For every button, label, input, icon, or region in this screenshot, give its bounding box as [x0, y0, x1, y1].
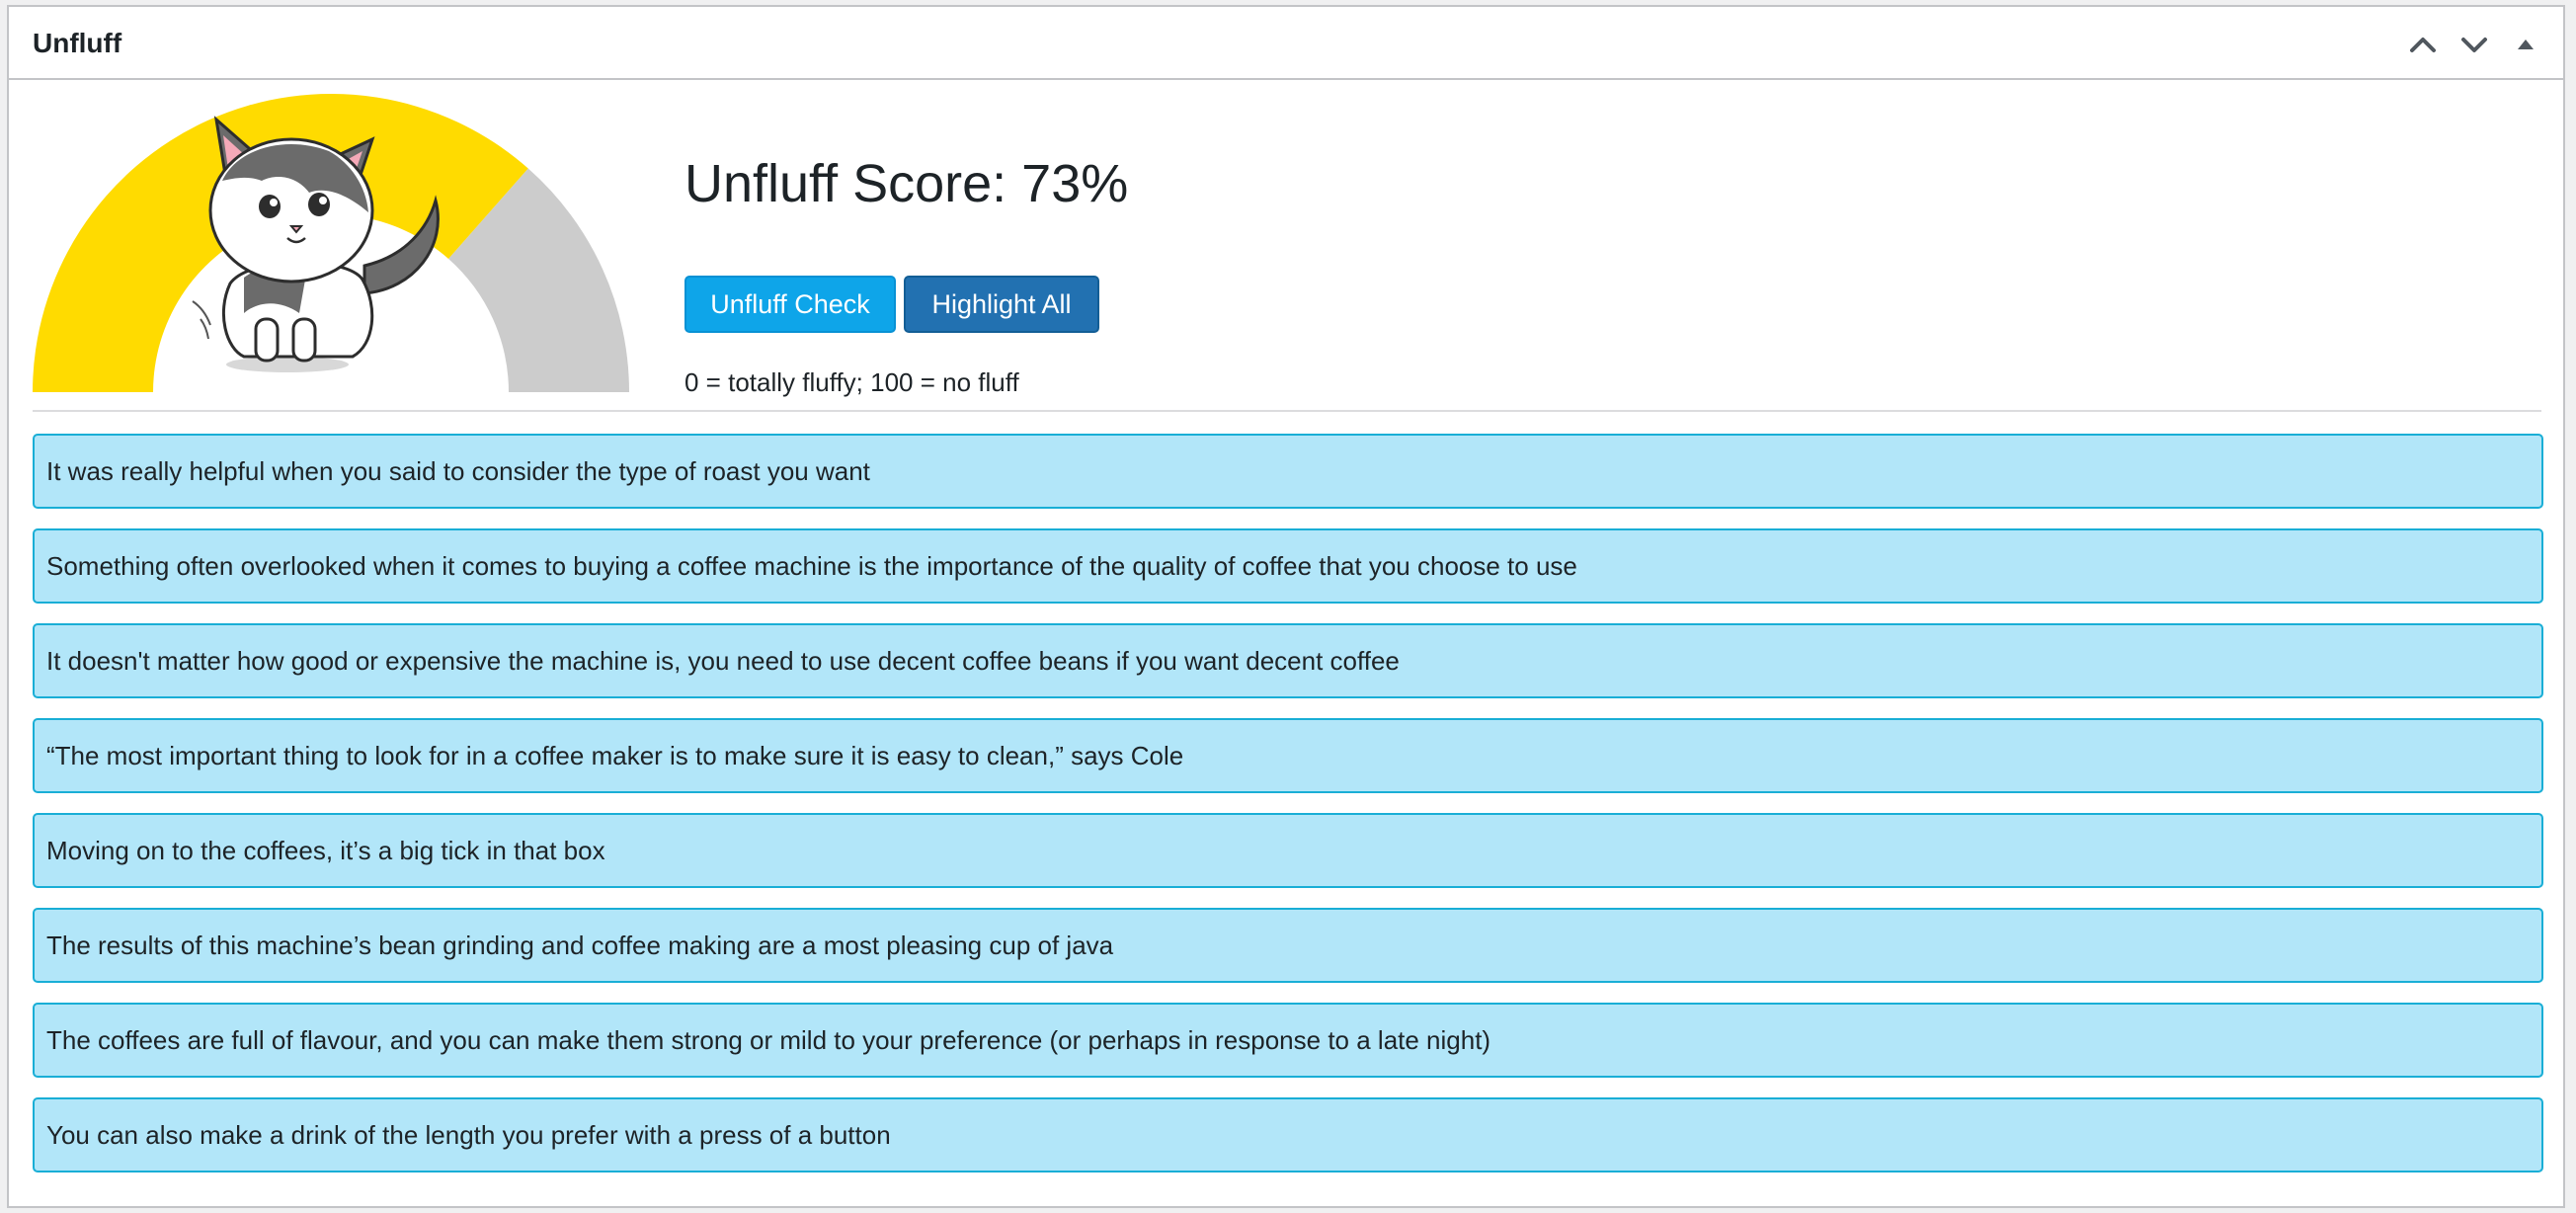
- sentence-item[interactable]: The coffees are full of flavour, and you…: [33, 1003, 2543, 1078]
- panel-title: Unfluff: [33, 28, 122, 58]
- cat-illustration: [192, 116, 440, 372]
- divider: [33, 410, 2541, 412]
- chevron-up-icon: [2410, 38, 2436, 52]
- score-gauge: [33, 90, 629, 392]
- chevron-down-icon: [2461, 38, 2487, 52]
- move-down-button[interactable]: [2455, 25, 2494, 64]
- sentence-item[interactable]: It was really helpful when you said to c…: [33, 434, 2543, 509]
- triangle-up-icon: [2518, 40, 2534, 49]
- score-legend: 0 = totally fluffy; 100 = no fluff: [684, 367, 1019, 397]
- sentence-item[interactable]: It doesn't matter how good or expensive …: [33, 623, 2543, 698]
- toggle-panel-button[interactable]: [2506, 25, 2545, 64]
- sentence-item[interactable]: Moving on to the coffees, it’s a big tic…: [33, 813, 2543, 888]
- highlight-all-button[interactable]: Highlight All: [904, 276, 1099, 333]
- move-up-button[interactable]: [2403, 25, 2443, 64]
- sentence-item[interactable]: You can also make a drink of the length …: [33, 1097, 2543, 1173]
- panel-header: Unfluff: [9, 7, 2563, 80]
- sentence-item[interactable]: The results of this machine’s bean grind…: [33, 908, 2543, 983]
- unfluff-check-button[interactable]: Unfluff Check: [684, 276, 896, 333]
- score-title: Unfluff Score: 73%: [684, 154, 1129, 213]
- unfluff-panel: Unfluff Unfluff Score: 73% Unfluff Check…: [7, 5, 2565, 1208]
- sentence-item[interactable]: “The most important thing to look for in…: [33, 718, 2543, 793]
- sentence-item[interactable]: Something often overlooked when it comes…: [33, 528, 2543, 604]
